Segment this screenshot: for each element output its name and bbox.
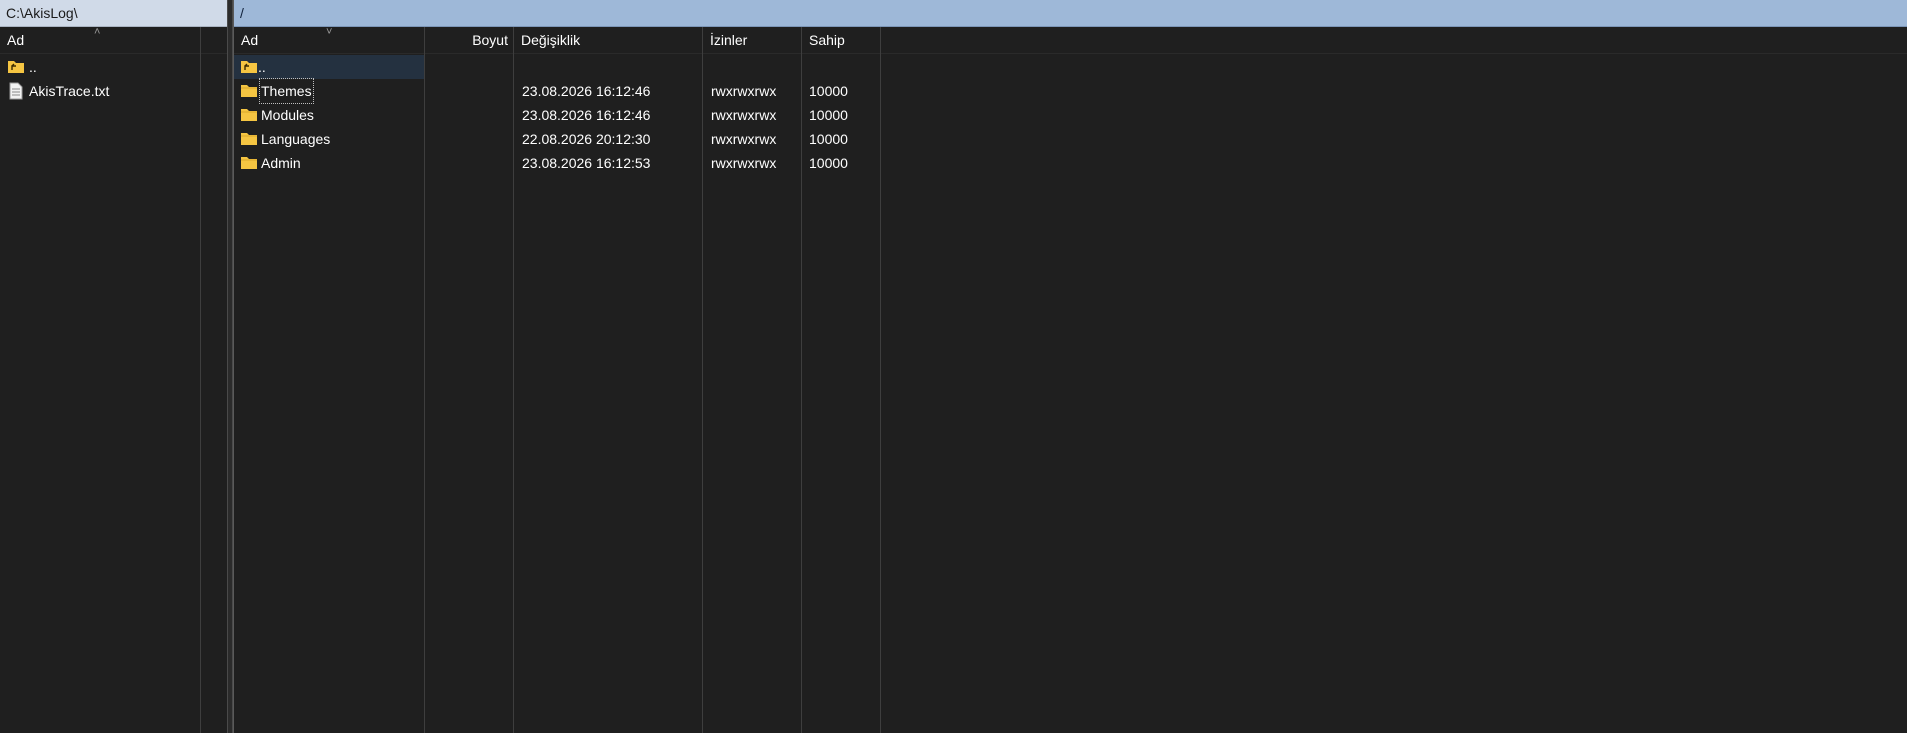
column-permissions[interactable]: İzinler <box>703 27 801 54</box>
list-item[interactable]: AkisTrace.txt <box>0 79 227 103</box>
owner-cell: 10000 <box>809 155 848 171</box>
modified-cell: 23.08.2026 16:12:46 <box>522 107 651 123</box>
text-file-icon <box>9 82 23 100</box>
permissions-cell: rwxrwxrwx <box>711 155 777 171</box>
local-path: C:\AkisLog\ <box>6 5 78 21</box>
list-item[interactable]: Languages 22.08.2026 20:12:30 rwxrwxrwx … <box>234 127 1907 151</box>
file-name: Modules <box>261 107 314 123</box>
file-name: Admin <box>261 155 301 171</box>
local-column-header: Ad ˄ <box>0 27 227 54</box>
column-size[interactable]: Boyut <box>425 27 513 54</box>
file-name: .. <box>258 59 266 75</box>
parent-folder-icon <box>8 61 24 73</box>
file-name: Themes <box>259 78 314 104</box>
list-item[interactable]: Modules 23.08.2026 16:12:46 rwxrwxrwx 10… <box>234 103 1907 127</box>
local-panel: C:\AkisLog\ Ad ˄ .. AkisTrace.txt <box>0 0 228 733</box>
modified-cell: 23.08.2026 16:12:46 <box>522 83 651 99</box>
owner-cell: 10000 <box>809 131 848 147</box>
sort-descending-icon: ˅ <box>326 26 333 38</box>
file-name: AkisTrace.txt <box>29 83 110 99</box>
folder-icon <box>241 109 257 121</box>
file-name: Languages <box>261 131 331 147</box>
file-name: .. <box>29 59 37 75</box>
folder-icon <box>241 85 257 97</box>
remote-path: / <box>240 5 244 21</box>
sort-ascending-icon: ˄ <box>94 26 101 38</box>
owner-cell: 10000 <box>809 107 848 123</box>
remote-path-bar[interactable]: / <box>234 0 1907 27</box>
remote-panel: / Ad ˅ Boyut Değişiklik İzinler Sahip .. <box>233 0 1907 733</box>
folder-icon <box>241 133 257 145</box>
folder-icon <box>241 157 257 169</box>
modified-cell: 23.08.2026 16:12:53 <box>522 155 651 171</box>
remote-column-header: Ad ˅ Boyut Değişiklik İzinler Sahip <box>234 27 1907 54</box>
column-modified[interactable]: Değişiklik <box>514 27 702 54</box>
column-owner[interactable]: Sahip <box>802 27 880 54</box>
owner-cell: 10000 <box>809 83 848 99</box>
parent-folder-icon <box>241 61 257 73</box>
local-column-name[interactable]: Ad ˄ <box>0 27 200 54</box>
permissions-cell: rwxrwxrwx <box>711 131 777 147</box>
local-path-bar[interactable]: C:\AkisLog\ <box>0 0 227 27</box>
list-item[interactable]: .. <box>234 55 1907 79</box>
permissions-cell: rwxrwxrwx <box>711 83 777 99</box>
modified-cell: 22.08.2026 20:12:30 <box>522 131 651 147</box>
list-item[interactable]: Admin 23.08.2026 16:12:53 rwxrwxrwx 1000… <box>234 151 1907 175</box>
column-name[interactable]: Ad ˅ <box>234 27 424 54</box>
list-item[interactable]: Themes 23.08.2026 16:12:46 rwxrwxrwx 100… <box>234 78 1907 104</box>
list-item[interactable]: .. <box>0 55 227 79</box>
permissions-cell: rwxrwxrwx <box>711 107 777 123</box>
